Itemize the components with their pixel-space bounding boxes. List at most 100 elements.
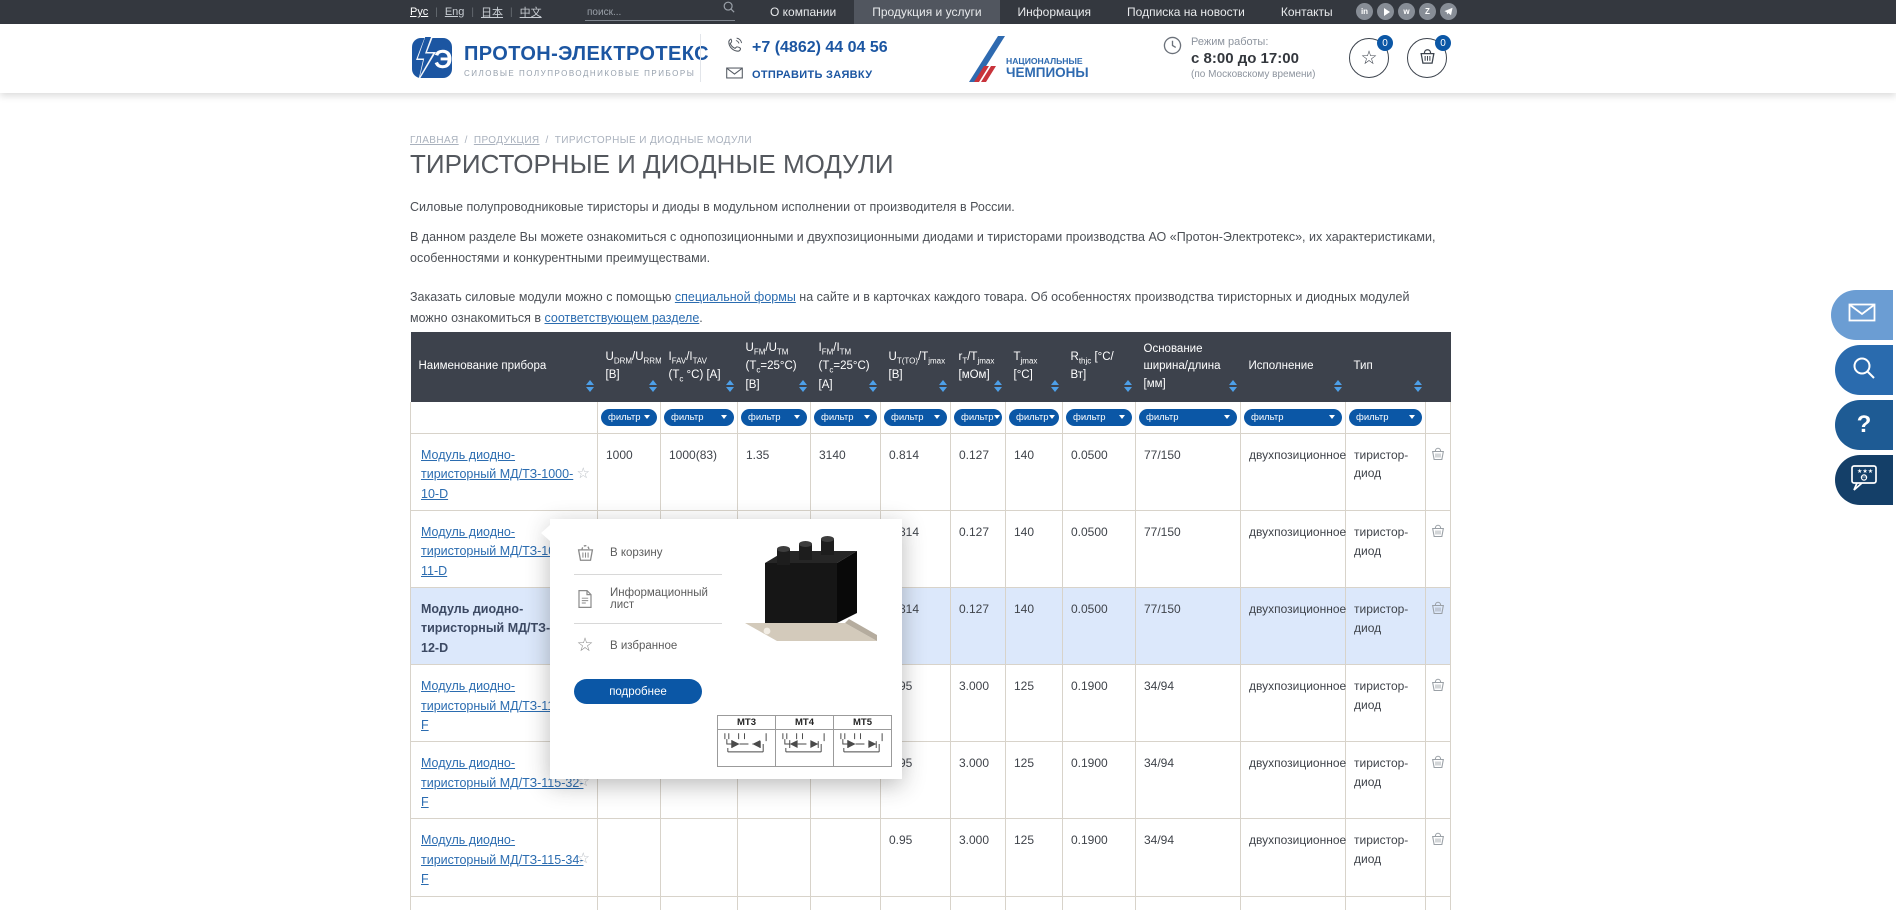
favorite-star-icon[interactable]: ☆ — [577, 851, 590, 866]
filter-cell: фильтр — [1346, 402, 1426, 434]
site-header: Э ПРОТОН-ЭЛЕКТРОТЕКС СИЛОВЫЕ ПОЛУПРОВОДН… — [0, 24, 1896, 93]
menu-products[interactable]: Продукция и услуги — [854, 0, 999, 24]
column-header-4[interactable]: IFM/ITM (Tc=25°C) [А] — [811, 332, 881, 402]
sort-arrows-icon[interactable] — [994, 380, 1002, 392]
telegram-icon[interactable] — [1440, 3, 1457, 20]
add-to-cart-action[interactable]: В корзину — [574, 531, 728, 574]
youtube-icon[interactable] — [1377, 3, 1394, 20]
favorites-button[interactable]: ☆ 0 — [1349, 38, 1389, 78]
menu-information[interactable]: Информация — [1000, 0, 1109, 24]
column-header-7[interactable]: Tjmax [°C] — [1006, 332, 1063, 402]
chevron-down-icon — [721, 415, 727, 419]
breadcrumb: ГЛАВНАЯ/ПРОДУКЦИЯ/ТИРИСТОРНЫЕ И ДИОДНЫЕ … — [410, 135, 752, 146]
company-logo[interactable]: Э ПРОТОН-ЭЛЕКТРОТЕКС СИЛОВЫЕ ПОЛУПРОВОДН… — [410, 34, 709, 87]
add-to-cart-icon[interactable] — [1426, 665, 1451, 742]
menu-about[interactable]: О компании — [752, 0, 854, 24]
filter-cell — [1426, 402, 1451, 434]
add-to-favorites-action[interactable]: ☆ В избранное — [574, 624, 728, 667]
search-box[interactable] — [585, 3, 735, 21]
diagram-mt5: МТ5 — [833, 715, 892, 767]
add-to-cart-icon[interactable] — [1426, 896, 1451, 910]
sort-arrows-icon[interactable] — [1124, 380, 1132, 392]
help-button[interactable]: ? — [1835, 400, 1893, 450]
filter-button-2[interactable]: фильтр — [664, 409, 734, 426]
sort-arrows-icon[interactable] — [649, 380, 657, 392]
column-label: Tjmax [°C] — [1014, 351, 1038, 381]
column-header-3[interactable]: UFM/UTM (Tc=25°C) [В] — [738, 332, 811, 402]
value-cell: 0.127 — [951, 510, 1006, 587]
column-header-1[interactable]: UDRM/URRM [В] — [598, 332, 661, 402]
datasheet-action[interactable]: Информационный лист — [574, 575, 728, 623]
filter-button-5[interactable]: фильтр — [884, 409, 947, 426]
feedback-mail-button[interactable] — [1831, 290, 1893, 340]
column-header-11[interactable]: Тип — [1346, 332, 1426, 402]
vk-icon[interactable]: w — [1398, 3, 1415, 20]
column-header-5[interactable]: UT(TO)/Tjmax [В] — [881, 332, 951, 402]
column-header-9[interactable]: Основание ширина/длина [мм] — [1136, 332, 1241, 402]
page-title: ТИРИСТОРНЫЕ И ДИОДНЫЕ МОДУЛИ — [410, 149, 894, 180]
lang-rus[interactable]: Рус — [410, 6, 428, 18]
breadcrumb-products[interactable]: ПРОДУКЦИЯ — [474, 135, 540, 146]
filter-button-10[interactable]: фильтр — [1244, 409, 1342, 426]
lang-jp[interactable]: 日本 — [481, 4, 503, 20]
language-switcher: Рус | Eng | 日本 | 中文 — [410, 0, 542, 24]
send-request-link[interactable]: ОТПРАВИТЬ ЗАЯВКУ — [752, 69, 872, 81]
value-cell: 0.1900 — [1063, 896, 1136, 910]
sort-arrows-icon[interactable] — [1334, 380, 1342, 392]
value-cell — [598, 819, 661, 896]
sort-arrows-icon[interactable] — [939, 380, 947, 392]
filter-button-8[interactable]: фильтр — [1066, 409, 1132, 426]
favorites-star-icon: ☆ — [1360, 49, 1377, 68]
filter-button-3[interactable]: фильтр — [741, 409, 807, 426]
column-header-0[interactable]: Наименование прибора — [411, 332, 598, 402]
site-search-button[interactable] — [1835, 345, 1893, 395]
product-link[interactable]: Модуль диодно-тиристорный МД/ТЗ-1000-10-… — [421, 448, 573, 501]
sort-arrows-icon[interactable] — [586, 380, 594, 392]
cart-button[interactable]: 0 — [1407, 38, 1447, 78]
lang-eng[interactable]: Eng — [445, 6, 465, 18]
column-header-10[interactable]: Исполнение — [1241, 332, 1346, 402]
sort-arrows-icon[interactable] — [1414, 380, 1422, 392]
details-button[interactable]: подробнее — [574, 679, 702, 704]
related-section-link[interactable]: соответствующем разделе — [544, 311, 699, 325]
search-input[interactable] — [585, 7, 723, 20]
sort-arrows-icon[interactable] — [1051, 380, 1059, 392]
value-cell: 34/94 — [1136, 819, 1241, 896]
linkedin-icon[interactable]: in — [1356, 3, 1373, 20]
value-cell: тиристор-диод — [1346, 588, 1426, 665]
phone-number[interactable]: +7 (4862) 44 04 56 — [752, 39, 888, 57]
filter-button-4[interactable]: фильтр — [814, 409, 877, 426]
breadcrumb-home[interactable]: ГЛАВНАЯ — [410, 135, 459, 146]
filter-button-6[interactable]: фильтр — [954, 409, 1002, 426]
sort-arrows-icon[interactable] — [799, 380, 807, 392]
review-button[interactable]: ★★★ — [1835, 455, 1893, 505]
filter-button-11[interactable]: фильтр — [1349, 409, 1422, 426]
value-cell: тиристор-диод — [1346, 742, 1426, 819]
add-to-cart-icon[interactable] — [1426, 433, 1451, 510]
add-to-cart-icon[interactable] — [1426, 588, 1451, 665]
sort-arrows-icon[interactable] — [869, 380, 877, 392]
add-to-cart-icon[interactable] — [1426, 819, 1451, 896]
lang-cn[interactable]: 中文 — [520, 4, 542, 20]
sort-arrows-icon[interactable] — [726, 380, 734, 392]
product-photo — [727, 527, 887, 657]
add-to-cart-icon[interactable] — [1426, 742, 1451, 819]
menu-contacts[interactable]: Контакты — [1263, 0, 1351, 24]
favorite-star-icon[interactable]: ☆ — [577, 466, 590, 481]
filter-button-9[interactable]: фильтр — [1139, 409, 1237, 426]
column-header-8[interactable]: Rthjc [°C/Вт] — [1063, 332, 1136, 402]
search-icon[interactable] — [723, 0, 735, 18]
column-header-2[interactable]: IFAV/ITAV (Tc °C) [А] — [661, 332, 738, 402]
zen-icon[interactable]: Z — [1419, 3, 1436, 20]
product-link[interactable]: Модуль диодно-тиристорный МД/ТЗ-115-34-F — [421, 833, 583, 886]
menu-subscribe[interactable]: Подписка на новости — [1109, 0, 1263, 24]
filter-button-7[interactable]: фильтр — [1009, 409, 1059, 426]
column-header-6[interactable]: rT/Tjmax [мОм] — [951, 332, 1006, 402]
add-to-cart-icon[interactable] — [1426, 510, 1451, 587]
filter-button-1[interactable]: фильтр — [601, 409, 657, 426]
sort-arrows-icon[interactable] — [1229, 380, 1237, 392]
special-form-link[interactable]: специальной формы — [675, 290, 796, 304]
value-cell: двухпозиционное — [1241, 433, 1346, 510]
national-champions-logo: НАЦИОНАЛЬНЫЕ ЧЕМПИОНЫ — [962, 34, 1102, 87]
value-cell: 0.0500 — [1063, 433, 1136, 510]
